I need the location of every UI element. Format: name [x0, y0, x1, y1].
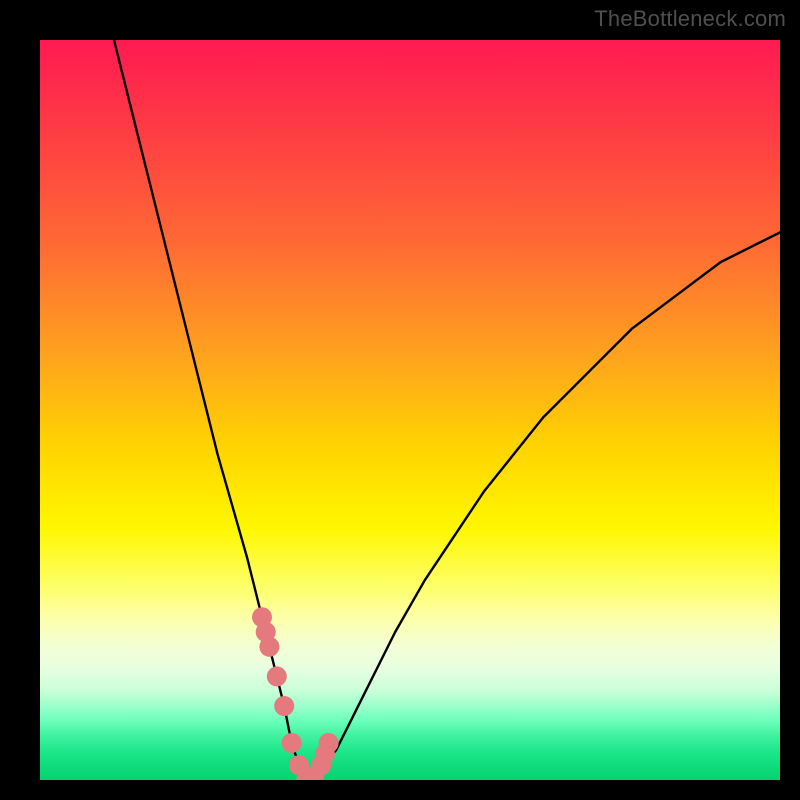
chart-frame: TheBottleneck.com — [0, 0, 800, 800]
marker-dot — [274, 696, 294, 716]
marker-dot — [282, 733, 302, 753]
curve-layer — [40, 40, 780, 780]
bottleneck-curve — [114, 40, 780, 780]
plot-area — [40, 40, 780, 780]
marker-dot — [259, 637, 279, 657]
marker-dot — [319, 733, 339, 753]
watermark-text: TheBottleneck.com — [594, 6, 786, 32]
marker-dot — [267, 666, 287, 686]
